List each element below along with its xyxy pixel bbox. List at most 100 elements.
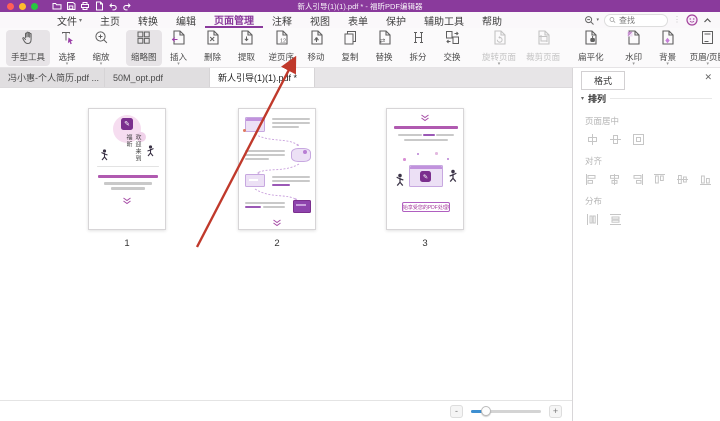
toolbar-crop-pages-button: 裁剪页面 [521,30,565,66]
confetti-dot [417,153,419,155]
save-icon[interactable] [66,1,76,11]
search-icon [609,16,616,24]
collapse-toolbar-icon[interactable] [703,17,712,24]
toolbar-reverse-page-order-button[interactable]: 12逆页序 [264,30,300,66]
menu-item-comment[interactable]: 注释 [263,12,301,28]
zoom-out-button[interactable]: - [450,405,463,418]
toolbar-split-button[interactable]: 拆分 [401,30,435,66]
distribute-icons [585,212,712,226]
page-3-preview[interactable]: ✎ 开始享受您的PDF处理吧! [386,108,464,230]
page-number: 1 [88,238,166,249]
menu-item-convert[interactable]: 转换 [129,12,167,28]
svg-text:⇄: ⇄ [379,38,385,45]
decorative-dot [243,129,246,132]
chevron-down-icon: ▾ [632,61,635,67]
menu-item-form[interactable]: 表单 [339,12,377,28]
toolbar-label: 替换 [376,51,393,63]
extract-icon [238,29,255,51]
toolbar-extract-button[interactable]: 提取 [230,30,264,66]
text-placeholder [263,206,285,208]
tab-resume[interactable]: 冯小惠-个人简历.pdf ... [0,68,105,87]
tab-50m[interactable]: 50M_opt.pdf [105,68,210,87]
new-document-icon[interactable] [94,1,104,11]
traffic-lights [7,3,38,10]
illustration-printer [245,174,265,187]
menu-item-protect[interactable]: 保护 [377,12,415,28]
toolbar-move-button[interactable]: 移动 [299,30,333,66]
page-1-preview[interactable]: ✎ 欢迎来到福昕 [88,108,166,230]
toolbar-swap-button[interactable]: 交换 [435,30,469,66]
chevron-double-down-icon [420,114,430,122]
print-icon[interactable] [80,1,90,11]
menu-item-home[interactable]: 主页 [91,12,129,28]
toolbar-rotate-pages-button: 旋转页面▾ [477,30,521,66]
menubar-right-cluster: ▾ ⋮ [584,14,720,27]
find-icon [584,15,595,26]
menu-item-help[interactable]: 帮助 [473,12,511,28]
foxit-logo-icon: ✎ [420,171,431,182]
toolbar-copy-button[interactable]: 复制 [333,30,367,66]
menu-item-file[interactable]: 文件▾ [48,12,91,28]
toolbar-replace-button[interactable]: ⇄ 替换 [367,30,401,66]
search-box[interactable] [604,14,668,27]
watermark-icon [625,29,642,51]
menu-item-edit[interactable]: 编辑 [167,12,205,28]
zoom-slider-handle[interactable] [481,406,491,416]
toolbar-label: 手型工具 [11,51,45,63]
text-placeholder [245,150,285,152]
chevron-down-icon: ▾ [596,17,599,23]
minimize-window-button[interactable] [19,3,26,10]
delete-icon [204,29,221,51]
document-area: 冯小惠-个人简历.pdf ...50M_opt.pdf新人引导(1)(1).pd… [0,68,572,421]
undo-icon[interactable] [108,1,118,11]
zoom-slider[interactable] [471,410,541,413]
thumbnail-canvas[interactable]: ✎ 欢迎来到福昕 1 [0,88,572,400]
link-placeholder [245,206,261,208]
page-thumbnail-2[interactable]: 2 [238,108,316,249]
page-thumbnail-3[interactable]: ✎ 开始享受您的PDF处理吧! 3 [386,108,464,249]
close-panel-icon[interactable]: ✕ [704,72,712,83]
align-icons [585,172,712,186]
toolbar-zoom-button[interactable]: 缩放▾ [84,30,118,66]
chevron-double-down-icon [272,219,282,227]
find-tools-button[interactable]: ▾ [584,15,599,26]
more-options-icon[interactable]: ⋮ [673,16,681,24]
menu-item-page-management[interactable]: 页面管理 [205,12,263,28]
toolbar-thumbnail-button[interactable]: 缩略图 [126,30,162,66]
tab-onboarding[interactable]: 新人引导(1)(1).pdf * [210,68,315,87]
menu-item-accessibility-tools[interactable]: 辅助工具 [415,12,473,28]
divider [97,166,159,167]
zoom-in-button[interactable]: + [549,405,562,418]
maximize-window-button[interactable] [31,3,38,10]
toolbar-select-button[interactable]: 选择▾ [50,30,84,66]
text-placeholder [272,180,310,182]
text-placeholder [111,187,145,190]
text-placeholder [272,118,310,120]
toolbar-background-button[interactable]: 背景▾ [651,30,685,66]
flatten-icon [582,29,599,51]
menu-item-view[interactable]: 视图 [301,12,339,28]
account-avatar[interactable] [686,14,698,26]
page-2-preview[interactable] [238,108,316,230]
toolbar-group: 缩略图插入▾删除提取 12逆页序移动复制 ⇄ 替换拆分交换 [126,28,469,67]
toolbar-flatten-button[interactable]: 扁平化 [573,30,609,66]
redo-icon[interactable] [122,1,132,11]
text-placeholder [245,202,285,204]
close-window-button[interactable] [7,3,14,10]
arrange-section-header[interactable]: ▾ 排列 [581,92,712,105]
toolbar-header-footer-button[interactable]: 页眉/页脚▾ [685,30,720,66]
distribute-h-icon [585,212,599,226]
open-icon[interactable] [52,1,62,11]
toolbar-hand-tool-button[interactable]: 手型工具 [6,30,50,66]
text-placeholder [404,139,448,141]
page-thumbnail-1[interactable]: ✎ 欢迎来到福昕 1 [88,108,166,249]
align-right-icon [630,172,644,186]
toolbar-insert-button[interactable]: 插入▾ [162,30,196,66]
illustration-folder [293,200,311,213]
toolbar-watermark-button[interactable]: 水印▾ [617,30,651,66]
format-panel-tab[interactable]: 格式 [581,71,625,90]
toolbar-label: 提取 [238,51,255,63]
menu-items: 文件▾主页转换编辑页面管理注释视图表单保护辅助工具帮助 [48,12,511,28]
toolbar-delete-button[interactable]: 删除 [196,30,230,66]
search-input[interactable] [619,16,663,25]
